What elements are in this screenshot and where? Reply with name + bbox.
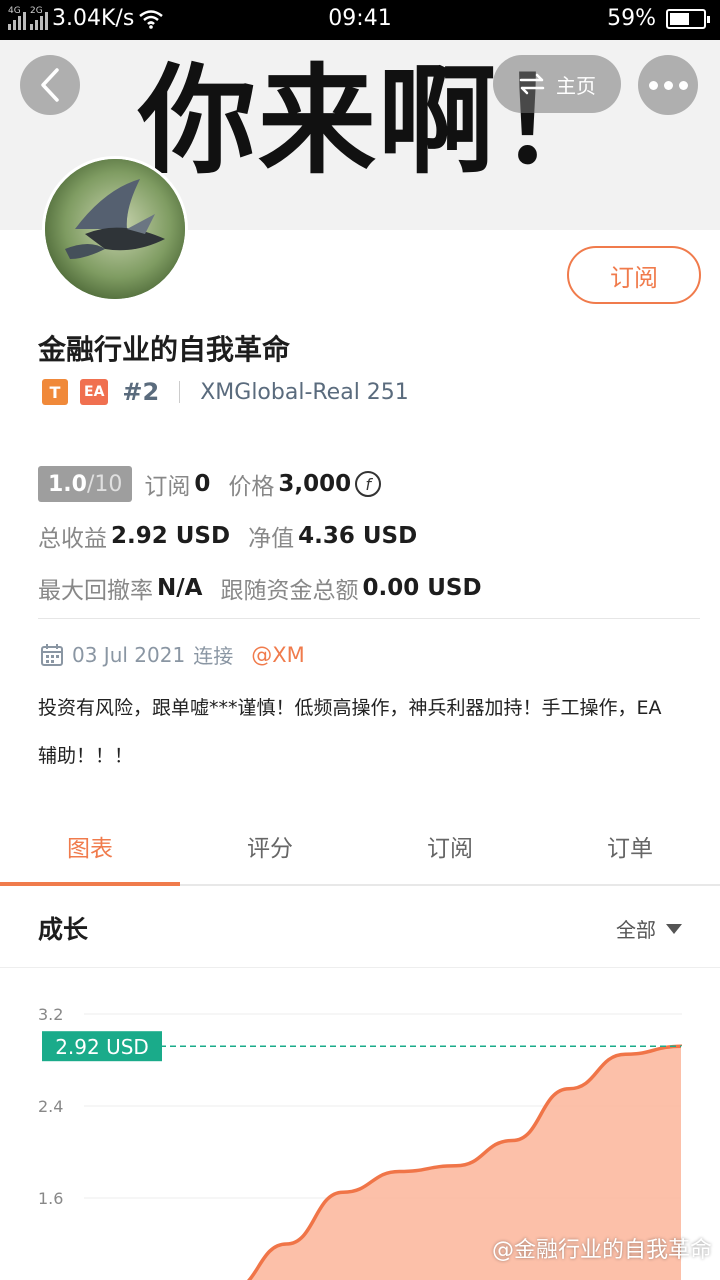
- subscribe-button[interactable]: 订阅: [567, 246, 701, 304]
- growth-chart: 3.2 2.4 1.6 2.92 USD @金融行业的自我革命: [0, 968, 720, 1280]
- range-filter[interactable]: 全部: [616, 914, 682, 943]
- ea-badge: EA: [80, 379, 109, 405]
- calendar-icon: [41, 643, 63, 666]
- status-right: 59%: [607, 6, 710, 31]
- avatar[interactable]: [42, 156, 188, 302]
- subscribers-value: 0: [194, 471, 211, 497]
- tab-subscribe[interactable]: 订阅: [360, 808, 540, 884]
- score-badge: 1.0/10: [38, 466, 133, 502]
- watermark: @金融行业的自我革命: [492, 1232, 712, 1264]
- net-value-label: 净值: [248, 526, 295, 552]
- tab-chart[interactable]: 图表: [0, 808, 180, 886]
- price-value: 3,000: [278, 471, 352, 497]
- account-name: XMGlobal-Real 251: [200, 379, 409, 405]
- section-title: 成长: [38, 915, 89, 944]
- more-icon: [648, 80, 658, 90]
- filter-label: 全部: [616, 918, 656, 942]
- coin-icon: f: [355, 471, 382, 497]
- stats-row-3: 最大回撤率 N/A 跟随资金总额 0.00 USD: [38, 562, 500, 614]
- tab-rating[interactable]: 评分: [180, 808, 360, 884]
- follow-total-label: 跟随资金总额: [220, 578, 359, 604]
- max-drawdown-label: 最大回撤率: [38, 578, 153, 604]
- trader-badge: T: [42, 379, 68, 405]
- current-value-label: 2.92 USD: [55, 1035, 149, 1059]
- tab-bar: 图表 评分 订阅 订单: [0, 808, 720, 886]
- max-drawdown-value: N/A: [157, 575, 203, 601]
- net-value-value: 4.36 USD: [298, 523, 418, 549]
- chevron-left-icon: [41, 68, 59, 102]
- home-label: 主页: [556, 73, 596, 98]
- total-profit-label: 总收益: [38, 526, 107, 552]
- divider: [179, 381, 181, 403]
- dropdown-arrow-icon: [666, 923, 682, 934]
- more-button[interactable]: [638, 55, 698, 115]
- connect-label: 连接: [193, 644, 234, 668]
- price-label: 价格: [228, 474, 275, 500]
- follow-total-value: 0.00 USD: [362, 575, 482, 601]
- y-tick-label: 2.4: [38, 1097, 63, 1116]
- bird-avatar-icon: [45, 159, 185, 299]
- start-date: 03 Jul 2021: [72, 642, 186, 667]
- y-tick-label: 1.6: [38, 1189, 63, 1208]
- strategy-description: 投资有风险，跟单嘘***谨慎！低频高操作，神兵利器加持！手工操作，EA辅助！！！: [38, 697, 662, 767]
- broker-link[interactable]: @XM: [251, 643, 305, 667]
- rank: #2: [122, 378, 160, 406]
- date-row: 03 Jul 2021 连接 @XM: [40, 640, 305, 669]
- status-bar: 4G 2G 3.04K/s 09:41 59%: [0, 0, 720, 40]
- stats-row-2: 总收益 2.92 USD 净值 4.36 USD: [38, 510, 500, 562]
- divider-line: [38, 618, 700, 619]
- watermark-text: @金融行业的自我革命: [491, 1238, 712, 1263]
- home-button[interactable]: 主页: [493, 55, 621, 113]
- stats-row-1: 1.0/10 订阅 0 价格 3,000 f: [38, 458, 500, 510]
- back-button[interactable]: [20, 55, 80, 115]
- battery-percent: 59%: [607, 6, 656, 31]
- badge-row: T EA #2 XMGlobal-Real 251: [42, 378, 409, 406]
- subscribers-label: 订阅: [144, 474, 191, 500]
- battery-icon: [666, 8, 710, 29]
- tab-orders[interactable]: 订单: [540, 808, 720, 884]
- growth-header: 成长 全部: [0, 886, 720, 968]
- stats-block: 1.0/10 订阅 0 价格 3,000 f 总收益 2.92 USD 净值 4…: [38, 458, 500, 614]
- swap-icon: [519, 73, 545, 95]
- strategy-title: 金融行业的自我革命: [38, 333, 291, 366]
- total-profit-value: 2.92 USD: [111, 523, 231, 549]
- y-tick-label: 3.2: [38, 1005, 63, 1024]
